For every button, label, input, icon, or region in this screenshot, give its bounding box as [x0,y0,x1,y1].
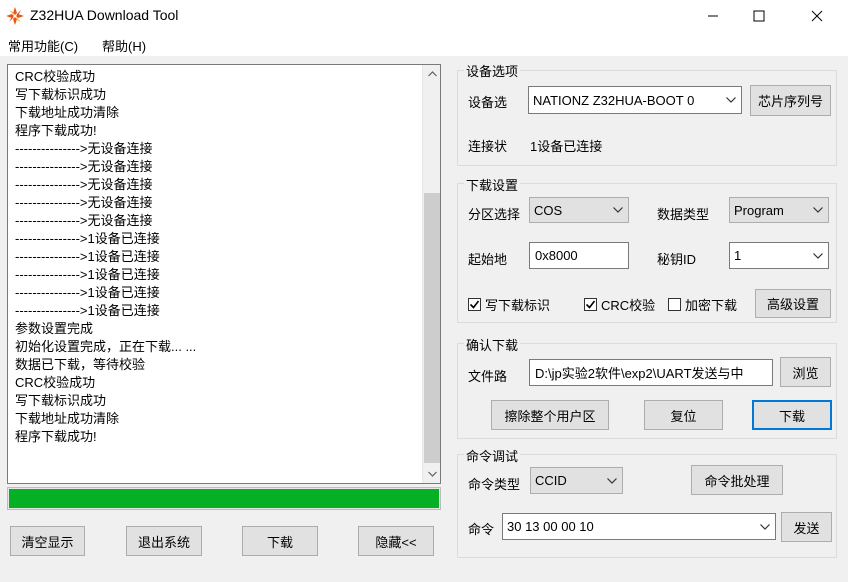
log-line: 程序下载成功! [15,123,97,138]
log-line: --------------->1设备已连接 [15,285,160,300]
log-line: CRC校验成功 [15,375,96,390]
chip-serial-button[interactable]: 芯片序列号 [750,85,831,116]
partition-label: 分区选择 [468,207,521,222]
advanced-settings-button[interactable]: 高级设置 [755,289,831,318]
clear-display-button[interactable]: 清空显示 [10,526,85,556]
app-logo-icon [6,7,24,25]
start-address-input[interactable]: 0x8000 [529,242,629,269]
data-type-select[interactable]: Program [729,197,829,223]
maximize-button[interactable] [736,0,782,32]
close-button[interactable] [794,0,840,32]
download-settings-title: 下载设置 [464,175,521,194]
file-path-input[interactable]: D:\jp实验2软件\exp2\UART发送与中 [529,359,773,386]
log-output[interactable]: CRC校验成功 写下载标识成功 下载地址成功清除 程序下载成功! -----------… [7,64,441,484]
check-mark-icon [469,300,480,309]
close-icon [811,10,823,22]
log-line: 数据已下载，等待校验 [15,357,146,372]
log-line: 参数设置完成 [15,321,94,336]
hide-panel-button[interactable]: 隐藏<< [358,526,434,556]
key-id-label: 秘钥ID [657,252,697,267]
connection-status-label: 连接状 [468,139,508,154]
log-line: --------------->无设备连接 [15,195,153,210]
maximize-icon [753,10,765,22]
send-button[interactable]: 发送 [781,512,832,542]
exit-system-button[interactable]: 退出系统 [126,526,202,556]
command-label: 命令 [468,522,495,537]
log-line: 初始化设置完成，正在下载... ... [15,339,197,354]
log-line: --------------->无设备连接 [15,159,153,174]
log-line: --------------->无设备连接 [15,177,153,192]
data-type-select-value: Program [734,202,784,218]
log-line: 下载地址成功清除 [15,105,120,120]
checkbox-box [668,298,681,311]
menu-help[interactable]: 帮助(H) [102,36,146,55]
progress-fill [9,489,439,508]
log-lines: CRC校验成功 写下载标识成功 下载地址成功清除 程序下载成功! -----------… [15,68,415,446]
crc-check-checkbox[interactable]: CRC校验 [584,295,656,314]
encrypt-download-label: 加密下载 [685,298,738,313]
download-progress-bar [7,487,441,510]
log-line: 下载地址成功清除 [15,411,120,426]
scroll-up-arrow-icon[interactable] [423,65,441,83]
check-mark-icon [585,300,596,309]
checkbox-box [584,298,597,311]
log-line: 程序下载成功! [15,429,97,444]
log-scrollbar[interactable] [422,65,440,483]
bottom-download-button[interactable]: 下载 [242,526,318,556]
menu-common-functions[interactable]: 常用功能(C) [8,36,78,55]
chevron-down-icon [726,97,736,103]
write-flag-label: 写下载标识 [485,298,551,313]
write-flag-checkbox[interactable]: 写下载标识 [468,295,550,314]
start-address-label: 起始地 [468,252,508,267]
crc-check-label: CRC校验 [601,298,656,313]
chevron-down-icon [613,207,623,213]
command-type-select[interactable]: CCID [530,467,623,494]
connection-status-value: 1设备已连接 [530,139,603,154]
command-type-label: 命令类型 [468,477,521,492]
chevron-down-icon [813,252,823,259]
key-id-select[interactable]: 1 [729,242,829,269]
confirm-download-title: 确认下载 [464,335,521,354]
log-line: --------------->1设备已连接 [15,249,160,264]
chevron-down-icon [813,207,823,213]
command-input-value: 30 13 00 00 10 [507,519,594,534]
erase-user-area-button[interactable]: 擦除整个用户区 [491,400,609,430]
log-line: --------------->无设备连接 [15,213,153,228]
partition-select[interactable]: COS [529,197,629,223]
browse-button[interactable]: 浏览 [780,357,831,387]
partition-select-value: COS [534,202,563,218]
log-line: --------------->1设备已连接 [15,231,160,246]
confirm-download-button[interactable]: 下载 [752,400,832,430]
command-input[interactable]: 30 13 00 00 10 [502,513,776,540]
command-batch-button[interactable]: 命令批处理 [691,465,783,495]
scroll-down-arrow-icon[interactable] [423,465,441,483]
scroll-thumb[interactable] [424,193,440,463]
log-line: 写下载标识成功 [15,393,107,408]
minimize-button[interactable] [690,0,736,32]
log-line: --------------->无设备连接 [15,141,153,156]
command-debug-title: 命令调试 [464,446,521,465]
device-select[interactable]: NATIONZ Z32HUA-BOOT 0 [528,86,742,114]
device-select-label: 设备选 [468,95,508,110]
checkbox-box [468,298,481,311]
reset-button[interactable]: 复位 [644,400,723,430]
log-line: --------------->1设备已连接 [15,303,160,318]
log-line: 写下载标识成功 [15,87,107,102]
chevron-down-icon [607,477,617,484]
device-options-title: 设备选项 [464,61,521,80]
device-select-value: NATIONZ Z32HUA-BOOT 0 [533,92,695,108]
window-title: Z32HUA Download Tool [30,7,179,23]
key-id-select-value: 1 [734,248,742,263]
log-line: CRC校验成功 [15,69,96,84]
command-type-value: CCID [535,473,567,488]
data-type-label: 数据类型 [657,207,710,222]
chevron-down-icon [760,523,770,530]
file-path-label: 文件路 [468,369,508,384]
encrypt-download-checkbox[interactable]: 加密下载 [668,295,744,314]
minimize-icon [708,15,718,17]
log-line: --------------->1设备已连接 [15,267,160,282]
